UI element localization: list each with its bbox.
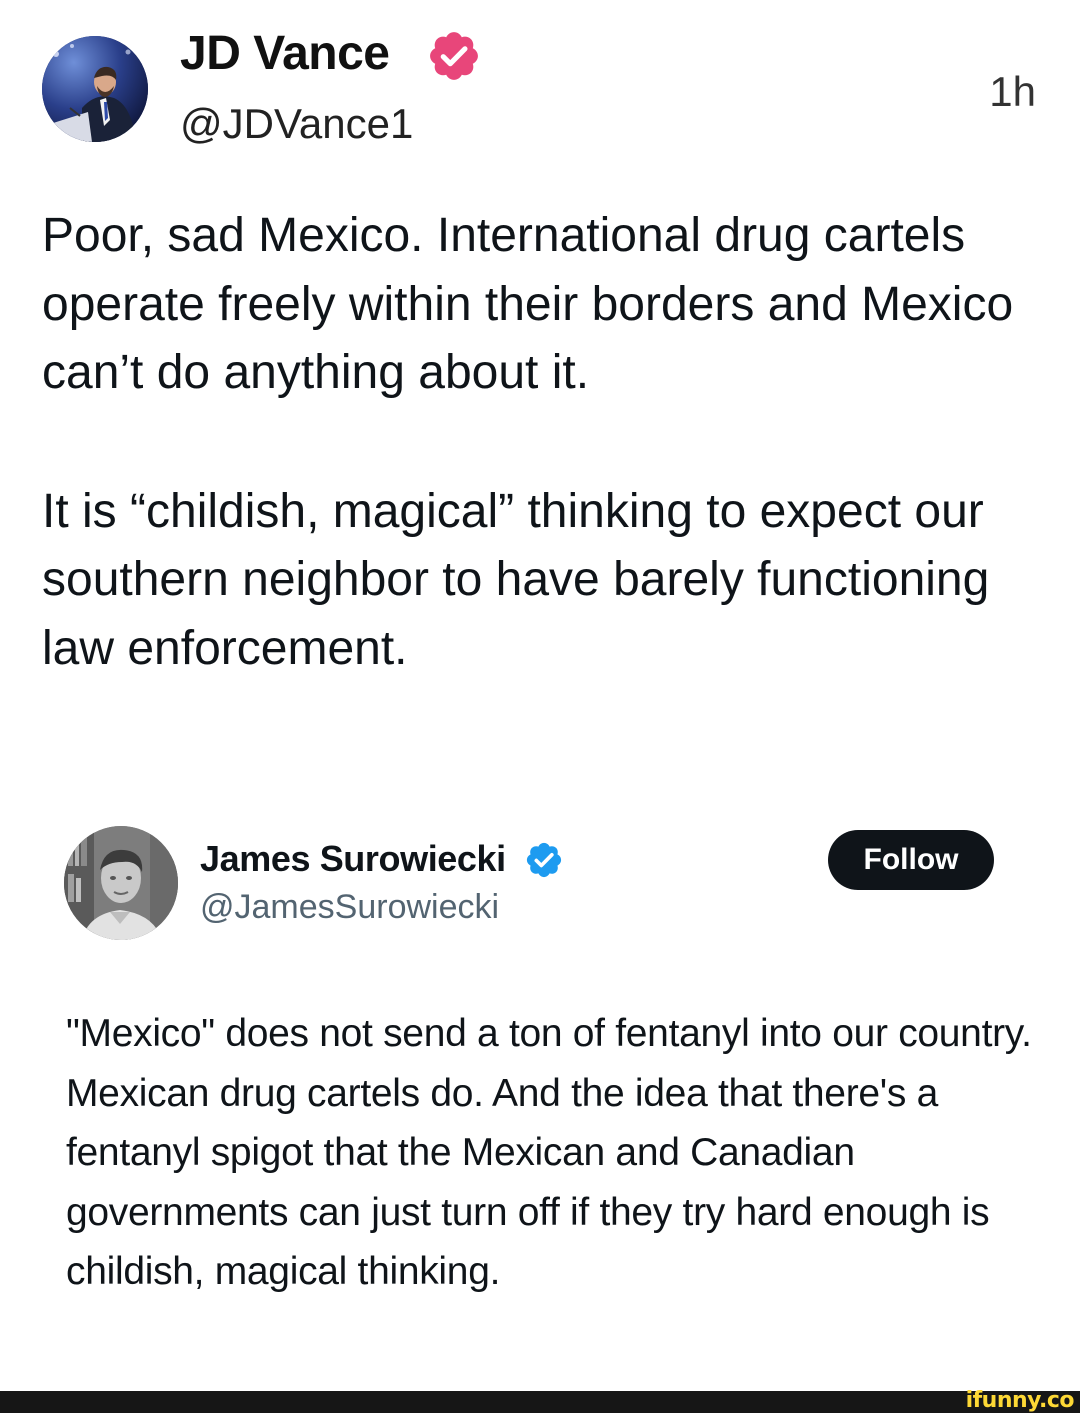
quoted-author-handle[interactable]: @JamesSurowiecki	[200, 884, 499, 930]
quoted-tweet[interactable]: James Surowiecki @JamesSurowiecki Follow…	[0, 808, 1080, 1388]
post-text: Poor, sad Mexico. International drug car…	[42, 202, 1052, 683]
author-name[interactable]: JD Vance	[180, 24, 390, 84]
verified-badge-icon	[524, 840, 564, 880]
avatar-photo	[42, 36, 148, 142]
post-timestamp[interactable]: 1h	[989, 64, 1036, 120]
follow-button[interactable]: Follow	[828, 830, 994, 890]
author-handle[interactable]: @JDVance1	[180, 96, 413, 152]
avatar-photo	[64, 826, 178, 940]
post-paragraph: Poor, sad Mexico. International drug car…	[42, 209, 1014, 399]
post-paragraph: It is “childish, magical” thinking to ex…	[42, 484, 990, 675]
quoted-tweet-text: "Mexico" does not send a ton of fentanyl…	[66, 1012, 1032, 1293]
quoted-author-name[interactable]: James Surowiecki	[200, 836, 506, 882]
watermark-logo: ifunny.co	[965, 1388, 1075, 1413]
verified-badge-icon	[426, 28, 482, 84]
author-avatar[interactable]	[42, 36, 148, 142]
footer-bar: ifunny.co	[0, 1388, 1080, 1413]
quoted-author-avatar[interactable]	[64, 826, 178, 940]
